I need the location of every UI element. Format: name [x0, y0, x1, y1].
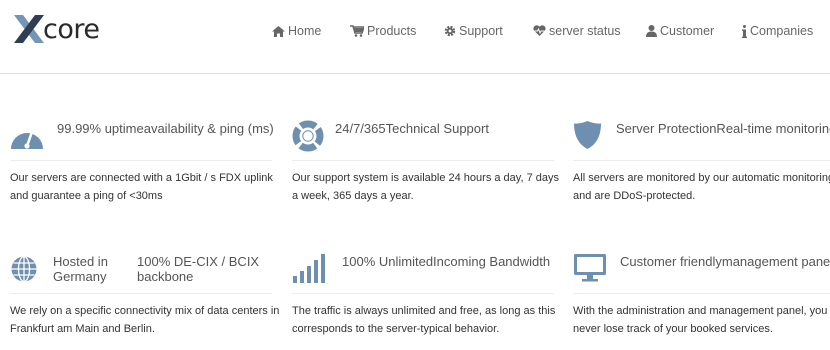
divider: [292, 160, 554, 161]
feature-description: Our support system is available 24 hours…: [292, 172, 559, 202]
feature-title: 100% UnlimitedIncoming Bandwidth: [342, 254, 551, 269]
nav-home[interactable]: Home: [272, 24, 321, 38]
nav-home-label: Home: [288, 24, 322, 38]
feature-title: 24/7/365Technical Support: [335, 121, 489, 136]
divider: [573, 160, 830, 161]
feature-panel: Customer friendlymanagement panel With t…: [573, 253, 830, 335]
site-header: core Home Products Support server status: [0, 0, 830, 74]
nav-support-label: Support: [459, 24, 503, 38]
nav-server-status-label: server status: [549, 24, 621, 38]
globe-icon: [10, 255, 38, 283]
divider: [10, 160, 272, 161]
feature-description: All servers are monitored by our automat…: [573, 172, 830, 202]
home-icon: [272, 25, 285, 37]
cart-icon: [350, 25, 366, 37]
divider: [10, 293, 272, 294]
nav-products-label: Products: [367, 24, 417, 38]
feature-uptime: 99.99% uptimeavailability & ping (ms) Ou…: [10, 120, 274, 202]
main-nav: Home Products Support server status Cust…: [0, 24, 830, 44]
nav-customer-label: Customer: [660, 24, 715, 38]
nav-server-status[interactable]: server status: [533, 24, 621, 38]
gear-icon: [444, 25, 456, 37]
feature-bandwidth: 100% UnlimitedIncoming Bandwidth The tra…: [292, 253, 555, 335]
feature-title: 99.99% uptimeavailability & ping (ms): [57, 121, 274, 136]
bandwidth-bars-icon: [292, 253, 326, 284]
divider: [292, 293, 554, 294]
nav-customer[interactable]: Customer: [646, 24, 714, 38]
heartbeat-icon: [533, 25, 546, 37]
monitor-icon: [573, 253, 607, 282]
lifebuoy-icon: [292, 120, 324, 152]
feature-title: Server ProtectionReal-time monitoring: [616, 121, 830, 136]
feature-title-location: Hosted in Germany: [53, 254, 108, 284]
divider: [573, 293, 830, 294]
nav-products[interactable]: Products: [350, 24, 416, 38]
nav-companies[interactable]: Companies: [742, 24, 813, 38]
info-icon: [742, 24, 747, 38]
nav-companies-label: Companies: [750, 24, 814, 38]
feature-protection: Server ProtectionReal-time monitoring Al…: [573, 120, 830, 202]
nav-support[interactable]: Support: [444, 24, 503, 38]
feature-description: Our servers are connected with a 1Gbit /…: [10, 172, 273, 202]
user-icon: [646, 25, 657, 37]
feature-description: We rely on a specific connectivity mix o…: [10, 305, 280, 335]
feature-description: The traffic is always unlimited and free…: [292, 305, 556, 335]
shield-icon: [573, 120, 602, 150]
feature-description: With the administration and management p…: [573, 305, 828, 335]
feature-hosting: Hosted in Germany 100% DE-CIX / BCIX bac…: [10, 253, 279, 335]
feature-title: Customer friendlymanagement panel: [620, 254, 830, 269]
feature-support: 24/7/365Technical Support Our support sy…: [292, 120, 559, 202]
feature-title-backbone: 100% DE-CIX / BCIX backbone: [137, 254, 260, 284]
speedometer-icon: [10, 120, 44, 150]
